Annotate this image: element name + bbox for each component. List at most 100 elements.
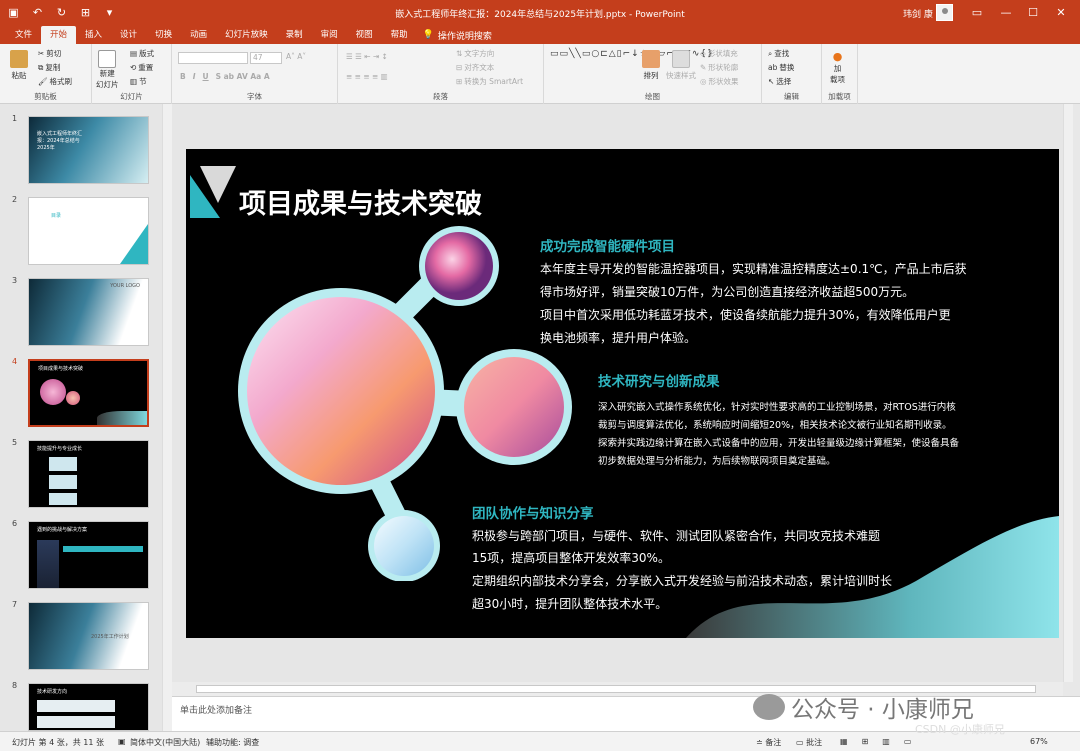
tab-design[interactable]: 设计 [111,26,146,44]
tab-animations[interactable]: 动画 [181,26,216,44]
font-name-combo[interactable] [178,52,248,64]
tab-view[interactable]: 视图 [347,26,382,44]
slides-group: 新建 幻灯片 ▤ 版式 ⟲ 重置 ▥ 节 幻灯片 [92,44,172,104]
accessibility-status[interactable]: 辅助功能: 调查 [206,737,259,748]
slide-thumbnail-panel: 1 嵌入式工程师年终汇报：2024年总结与2025年 2 目录 3 YOUR L… [0,104,172,731]
replace-icon: ab [768,63,778,72]
customize-icon[interactable]: ▾ [102,4,117,20]
section3-line: 积极参与跨部门项目，与硬件、软件、测试团队紧密合作，共同攻克技术难题 [472,529,881,543]
shape-fill-button[interactable]: ◇ 形状填充 [700,48,738,59]
tab-record[interactable]: 录制 [277,26,312,44]
format-painter-button[interactable]: 🖌 格式刷 [38,76,72,87]
list-buttons[interactable]: ☰ ☰ ⇤ ⇥ ↕ [346,52,388,61]
zoom-level[interactable]: 67% [1030,737,1048,746]
slides-label: 幻灯片 [120,92,143,101]
tab-review[interactable]: 审阅 [312,26,347,44]
comments-button[interactable]: ▭ 批注 [796,737,822,748]
copy-button[interactable]: ⧉ 复制 [38,62,60,73]
slideshow-view-icon[interactable]: ▭ [904,737,912,746]
canvas-scrollbar[interactable] [1063,104,1073,682]
cut-button[interactable]: ✂ 剪切 [38,48,61,59]
tab-insert[interactable]: 插入 [76,26,111,44]
quick-styles-button[interactable]: 快速样式 [666,50,696,81]
watermark: 公众号 · 小康师兄 [753,690,974,724]
reading-view-icon[interactable]: ▥ [882,737,890,746]
scissors-icon: ✂ [38,49,45,58]
thumb-title: 遇到的挑战与解决方案 [37,527,88,533]
slide-thumbnail-1[interactable]: 嵌入式工程师年终汇报：2024年总结与2025年 [28,116,149,184]
current-slide[interactable]: 项目成果与技术突破 成功完成智能硬件项目 本年度主导开发的智能温控器项目，实现精… [186,149,1059,638]
clipboard-group: 粘贴 ✂ 剪切 ⧉ 复制 🖌 格式刷 剪贴板 [0,44,92,104]
thumb-title: 技术研发方向 [37,689,68,695]
addins-button[interactable]: ● 加 载项 [830,50,845,85]
language-status[interactable]: 简体中文(中国大陆) [130,737,200,748]
arrange-icon [642,50,660,68]
close-button[interactable]: ✕ [1050,3,1072,21]
arrange-button[interactable]: 排列 [642,50,660,81]
select-button[interactable]: ↖ 选择 [768,76,791,87]
save-icon[interactable]: ▣ [6,4,21,20]
maximize-button[interactable]: ☐ [1022,3,1044,21]
slide-thumbnail-3[interactable]: YOUR LOGO [28,278,149,346]
shapes-gallery[interactable]: ▭▭╲╲▭○⊏△▯⌐↓☆▭▱⌐↻↺∿{} [550,48,713,61]
slide-thumbnail-4[interactable]: 项目成果与技术突破 [28,359,149,427]
clipboard-label: 剪贴板 [34,92,57,101]
section3-line: 超30小时，提升团队整体技术水平。 [472,597,668,611]
thumb-number: 3 [12,276,18,285]
slide-thumbnail-8[interactable]: 技术研发方向 [28,683,149,731]
thumb-number: 2 [12,195,18,204]
slide-thumbnail-6[interactable]: 遇到的挑战与解决方案 [28,521,149,589]
user-name[interactable]: 玮剑 康 [903,7,933,20]
minimize-button[interactable]: — [995,3,1017,21]
new-slide-button[interactable]: 新建 幻灯片 [96,50,119,90]
slide-thumbnail-7[interactable]: 2025年工作计划 [28,602,149,670]
thumbnail-scrollbar[interactable] [162,104,172,731]
sorter-view-icon[interactable]: ⊞ [862,737,869,746]
present-icon[interactable]: ⊞ [78,4,93,20]
slide-thumbnail-5[interactable]: 技能提升与专业成长 [28,440,149,508]
slide-title: 项目成果与技术突破 [239,189,482,220]
paste-button[interactable]: 粘贴 [10,50,28,81]
smartart-button[interactable]: ⊞ 转换为 SmartArt [456,76,523,87]
tab-home[interactable]: 开始 [41,26,77,44]
spellcheck-icon[interactable]: ▣ [118,737,126,746]
shape-outline-button[interactable]: ✎ 形状轮廓 [700,62,738,73]
font-format-buttons[interactable]: B I U S ab AV Aa A [180,72,270,81]
align-text-button[interactable]: ⊟ 对齐文本 [456,62,494,73]
avatar[interactable] [936,4,953,21]
layout-button[interactable]: ▤ 版式 [130,48,154,59]
tab-transitions[interactable]: 切换 [146,26,181,44]
thumb-number: 4 [12,357,18,366]
csdn-watermark: CSDN @小康师兄 [915,723,1005,736]
section-button[interactable]: ▥ 节 [130,76,147,87]
text-direction-button[interactable]: ⇅ 文字方向 [456,48,494,59]
tab-slideshow[interactable]: 幻灯片放映 [216,26,277,44]
font-grow-icon[interactable]: A˄ A˅ [286,52,306,61]
tab-file[interactable]: 文件 [6,26,41,44]
align-buttons[interactable]: ≡ ≡ ≡ ≡ ▥ [346,72,388,81]
thumb-title: 2025年工作计划 [91,634,129,640]
tell-me-search[interactable]: 💡 操作说明搜索 [423,29,492,42]
notes-toggle-button[interactable]: ≐ 备注 [756,737,781,748]
view-buttons[interactable]: ▦ ⊞ ▥ ▭ [840,737,911,746]
find-button[interactable]: ⌕ 查找 [768,48,789,59]
thumb-title: 嵌入式工程师年终汇报：2024年总结与2025年 [37,131,83,151]
font-size-combo[interactable]: 47 [250,52,282,64]
copy-icon: ⧉ [38,62,44,72]
undo-icon[interactable]: ↶ [30,4,45,20]
section2-line: 初步数据处理与分析能力，为后续物联网项目奠定基础。 [598,456,836,467]
section-icon: ▥ [130,77,138,86]
tab-help[interactable]: 帮助 [382,26,417,44]
paragraph-group: ☰ ☰ ⇤ ⇥ ↕ ≡ ≡ ≡ ≡ ▥ ⇅ 文字方向 ⊟ 对齐文本 ⊞ 转换为 Sma… [338,44,544,104]
shape-effects-button[interactable]: ◎ 形状效果 [700,76,739,87]
section2-line: 深入研究嵌入式操作系统优化，针对实时性要求高的工业控制场景，对RTOS进行内核 [598,402,956,413]
reset-button[interactable]: ⟲ 重置 [130,62,153,73]
replace-button[interactable]: ab 替换 [768,62,794,73]
new-slide-icon [98,50,117,68]
paste-icon [10,50,28,68]
slide-thumbnail-2[interactable]: 目录 [28,197,149,265]
normal-view-icon[interactable]: ▦ [840,737,848,746]
section1-heading: 成功完成智能硬件项目 [540,239,675,255]
ribbon-display-button[interactable]: ▭ [966,3,988,21]
redo-icon[interactable]: ↻ [54,4,69,20]
